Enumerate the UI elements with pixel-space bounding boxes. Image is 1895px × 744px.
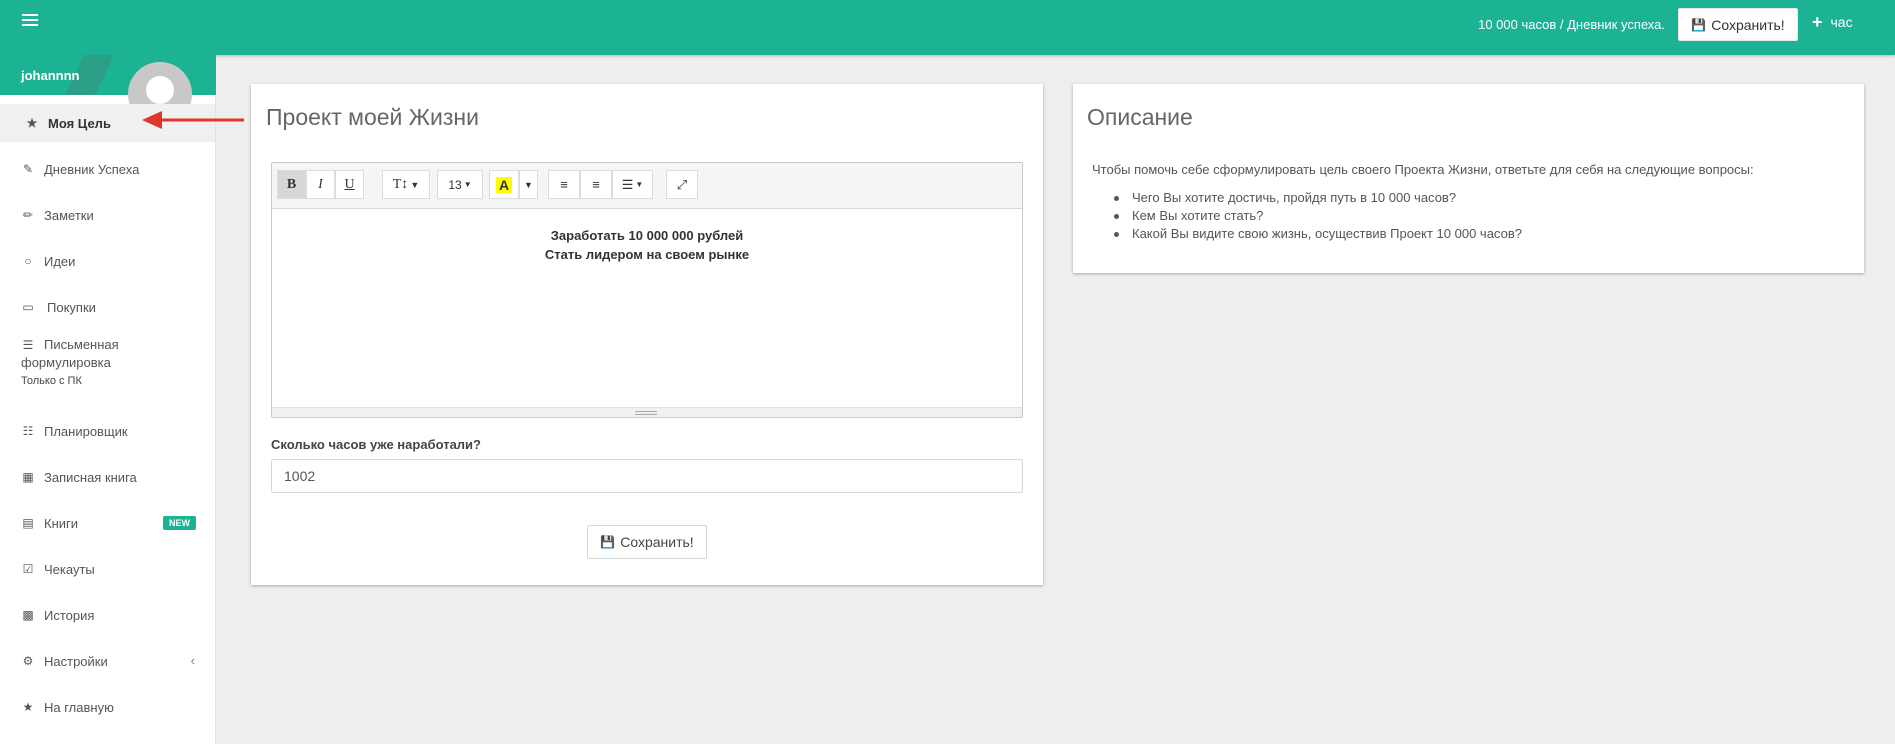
- header-save-label: Сохранить!: [1711, 16, 1785, 33]
- header-save-button[interactable]: 💾 Сохранить!: [1678, 8, 1798, 41]
- caret-down-icon: ▼: [524, 179, 533, 190]
- sidebar-item-label: Заметки: [44, 207, 94, 223]
- sidebar-item-history[interactable]: ▩ История: [0, 596, 215, 634]
- sidebar-item-written-statement[interactable]: ☰ Письменная формулировка Только с ПК: [0, 336, 215, 400]
- numbered-list-button[interactable]: ≡: [580, 170, 612, 199]
- sidebar-item-settings[interactable]: ⚙ Настройки ‹: [0, 642, 215, 680]
- goal-card: Проект моей Жизни B I U T↕ ▼ 13 ▼ A ▼ ≡ ≡: [251, 84, 1043, 585]
- description-questions: Чего Вы хотите достичь, пройдя путь в 10…: [1092, 189, 1522, 243]
- sidebar-item-label: Настройки: [44, 653, 108, 669]
- hamburger-menu-icon[interactable]: [22, 14, 38, 28]
- sidebar-item-label: Записная книга: [44, 469, 137, 485]
- sidebar-item-planner[interactable]: ☷ Планировщик: [0, 412, 215, 450]
- sidebar-item-purchases[interactable]: ▭ Покупки: [0, 288, 215, 326]
- underline-button[interactable]: U: [335, 170, 364, 199]
- editor-line: Стать лидером на своем рынке: [544, 247, 750, 262]
- sidebar: johannnn ★ Моя Цель ✎ Дневник Успеха ✏ З…: [0, 55, 216, 744]
- goal-card-title: Проект моей Жизни: [266, 104, 479, 130]
- add-hour-label: час: [1830, 14, 1853, 30]
- caret-down-icon: ▼: [410, 179, 420, 190]
- save-button-label: Сохранить!: [620, 534, 694, 550]
- save-button[interactable]: 💾 Сохранить!: [587, 525, 707, 559]
- font-size-dropdown[interactable]: 13 ▼: [437, 170, 483, 199]
- sidebar-item-label: Чекауты: [44, 561, 95, 577]
- book-icon: ▤: [22, 516, 34, 530]
- cogs-icon: ⚙: [22, 654, 34, 668]
- sidebar-item-checkouts[interactable]: ☑ Чекауты: [0, 550, 215, 588]
- list-item: Чего Вы хотите достичь, пройдя путь в 10…: [1092, 189, 1522, 207]
- bar-chart-icon: ▩: [22, 608, 34, 622]
- caret-down-icon: ▼: [463, 180, 472, 189]
- hours-field-label: Сколько часов уже наработали?: [271, 437, 481, 452]
- add-hour-button[interactable]: + час: [1812, 12, 1853, 32]
- bold-button[interactable]: B: [277, 170, 306, 199]
- star-icon: ★: [22, 700, 34, 714]
- username: johannnn: [21, 68, 80, 83]
- sidebar-item-label: Дневник Успеха: [44, 161, 140, 177]
- sidebar-item-label: Книги: [44, 515, 79, 531]
- sidebar-item-label: Письменная: [44, 337, 119, 352]
- laptop-icon: ▭: [22, 300, 34, 314]
- top-navbar: 10 000 часов / Дневник успеха. 💾 Сохрани…: [0, 0, 1895, 55]
- edit-icon: ✎: [22, 162, 34, 176]
- sidebar-item-label: История: [44, 607, 95, 623]
- sidebar-item-books[interactable]: ▤ Книги NEW: [0, 504, 215, 542]
- paragraph-align-dropdown[interactable]: ☰ ▼: [612, 170, 653, 199]
- editor-resize-handle[interactable]: [272, 407, 1022, 417]
- sidebar-item-label: На главную: [44, 699, 114, 715]
- grid-icon: ▦: [22, 470, 34, 484]
- list-icon: ☰: [22, 338, 34, 352]
- sidebar-item-home[interactable]: ★ На главную: [0, 688, 215, 726]
- sidebar-item-note: Только с ПК: [21, 375, 82, 387]
- lightbulb-icon: ○: [24, 254, 32, 268]
- sidebar-item-label: Моя Цель: [48, 115, 111, 131]
- chevron-left-icon: ‹: [190, 653, 195, 668]
- editor-toolbar: B I U T↕ ▼ 13 ▼ A ▼ ≡ ≡ ☰ ▼ ⤢: [272, 163, 1022, 209]
- sidebar-item-label-line2: формулировка: [21, 355, 111, 370]
- editor-line: Заработать 10 000 000 рублей: [550, 228, 744, 243]
- rich-text-editor: B I U T↕ ▼ 13 ▼ A ▼ ≡ ≡ ☰ ▼ ⤢ Заработать…: [271, 162, 1023, 418]
- ordered-list-icon: ≡: [592, 177, 600, 192]
- sidebar-item-notes[interactable]: ✏ Заметки: [0, 196, 215, 234]
- star-icon: ★: [26, 116, 38, 130]
- sidebar-item-notebook[interactable]: ▦ Записная книга: [0, 458, 215, 496]
- color-dropdown-button[interactable]: ▼: [519, 170, 538, 199]
- unordered-list-icon: ≡: [560, 177, 568, 192]
- expand-icon: ⤢: [676, 176, 688, 192]
- plus-icon: +: [1812, 12, 1823, 32]
- editor-content[interactable]: Заработать 10 000 000 рублей Стать лидер…: [272, 210, 1022, 406]
- bullet-list-button[interactable]: ≡: [548, 170, 580, 199]
- description-intro: Чтобы помочь себе сформулировать цель св…: [1092, 162, 1754, 177]
- new-badge: NEW: [163, 516, 196, 530]
- sidebar-item-ideas[interactable]: ○ Идеи: [0, 242, 215, 280]
- check-square-icon: ☑: [22, 562, 34, 576]
- sidebar-item-label: Идеи: [44, 253, 76, 269]
- italic-button[interactable]: I: [306, 170, 335, 199]
- caret-down-icon: ▼: [635, 180, 644, 189]
- sidebar-item-success-diary[interactable]: ✎ Дневник Успеха: [0, 150, 215, 188]
- description-card: Описание Чтобы помочь себе сформулироват…: [1073, 84, 1864, 273]
- floppy-disk-icon: 💾: [600, 535, 616, 549]
- list-item: Кем Вы хотите стать?: [1092, 207, 1522, 225]
- font-size-value: 13: [448, 177, 462, 192]
- font-style-dropdown[interactable]: T↕ ▼: [382, 170, 430, 199]
- fullscreen-button[interactable]: ⤢: [666, 170, 698, 199]
- sitemap-icon: ☷: [22, 424, 34, 438]
- pencil-icon: ✏: [22, 208, 34, 222]
- highlight-a-icon: A: [495, 176, 513, 193]
- hours-input[interactable]: [271, 459, 1023, 493]
- sidebar-item-label: Покупки: [47, 299, 96, 315]
- app-title: 10 000 часов / Дневник успеха.: [1478, 17, 1665, 32]
- sidebar-item-label: Планировщик: [44, 423, 128, 439]
- text-height-icon: T↕: [392, 176, 409, 192]
- list-item: Какой Вы видите свою жизнь, осуществив П…: [1092, 225, 1522, 243]
- align-left-icon: ☰: [621, 176, 634, 192]
- highlight-color-button[interactable]: A: [489, 170, 519, 199]
- description-title: Описание: [1087, 104, 1193, 130]
- red-arrow-annotation: [142, 111, 244, 129]
- floppy-disk-icon: 💾: [1691, 17, 1707, 32]
